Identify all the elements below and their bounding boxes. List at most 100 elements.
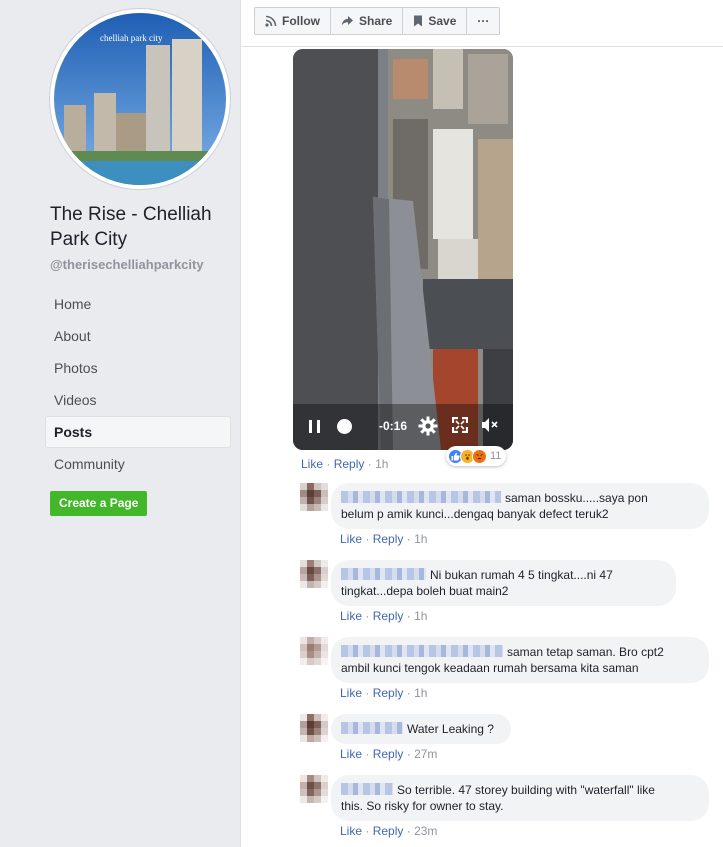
comment-reply-link[interactable]: Reply <box>373 747 404 761</box>
profile-image: chelliah park city <box>54 13 226 185</box>
comment-actions: Like · Reply · 1h <box>340 609 427 623</box>
comment-text: So terrible. 47 storey building with "wa… <box>397 783 655 797</box>
blurred-author-name[interactable] <box>341 722 403 734</box>
separator: · <box>406 609 411 623</box>
action-button-group: Follow Share Save ··· <box>254 7 501 35</box>
share-arrow-icon <box>341 16 353 26</box>
comment-bubble: saman tetap saman. Bro cpt2 ambil kunci … <box>331 637 709 683</box>
comment-actions: Like · Reply · 1h <box>340 686 427 700</box>
pause-icon[interactable] <box>309 420 321 433</box>
separator: · <box>406 686 411 700</box>
comment-timestamp[interactable]: 1h <box>414 609 427 623</box>
comment-text: tingkat...depa boleh buat main2 <box>341 584 509 598</box>
comment-bubble: Ni bukan rumah 4 5 tingkat....ni 47 ting… <box>331 560 676 606</box>
comment-like-link[interactable]: Like <box>340 824 362 838</box>
save-label: Save <box>428 14 457 28</box>
follow-button[interactable]: Follow <box>255 8 331 34</box>
blurred-author-name[interactable] <box>341 491 501 503</box>
video-time: -0:16 <box>379 419 408 433</box>
comment: saman tetap saman. Bro cpt2 ambil kunci … <box>300 637 710 707</box>
follow-label: Follow <box>282 14 320 28</box>
avatar[interactable] <box>300 483 328 511</box>
separator: · <box>365 747 370 761</box>
comment-timestamp[interactable]: 27m <box>414 747 437 761</box>
page-title[interactable]: The Rise - Chelliah Park City <box>50 202 235 252</box>
page-action-bar: Follow Share Save ··· <box>241 0 723 47</box>
angry-reaction-icon <box>472 448 487 464</box>
avatar[interactable] <box>300 560 328 588</box>
nav-item-home[interactable]: Home <box>45 288 231 320</box>
comment-reply-link[interactable]: Reply <box>373 609 404 623</box>
comment-text: saman bossku.....saya pon <box>505 491 648 505</box>
blurred-author-name[interactable] <box>341 645 503 657</box>
comment-like-link[interactable]: Like <box>340 686 362 700</box>
progress-handle[interactable] <box>337 419 352 434</box>
comment-actions: Like · Reply · 1h <box>340 532 427 546</box>
comment-timestamp[interactable]: 1h <box>414 532 427 546</box>
avatar[interactable] <box>300 714 328 742</box>
comment-bubble: saman bossku.....saya pon belum p amik k… <box>331 483 709 529</box>
mute-icon[interactable] <box>481 417 499 433</box>
share-button[interactable]: Share <box>331 8 404 34</box>
comment-actions: Like · Reply · 27m <box>340 747 437 761</box>
profile-picture[interactable]: chelliah park city <box>50 9 230 189</box>
nav-item-about[interactable]: About <box>45 320 231 352</box>
comment-like-link[interactable]: Like <box>340 747 362 761</box>
comment-text: Ni bukan rumah 4 5 tingkat....ni 47 <box>430 568 613 582</box>
create-page-button[interactable]: Create a Page <box>50 491 148 516</box>
comment-text: belum p amik kunci...dengaq banyak defec… <box>341 507 609 521</box>
comment-text: this. So risky for owner to stay. <box>341 799 504 813</box>
page-nav: Home About Photos Videos Posts Community <box>45 288 231 480</box>
comment-bubble: So terrible. 47 storey building with "wa… <box>331 775 709 821</box>
video-player[interactable]: -0:16 <box>293 49 513 450</box>
page-handle[interactable]: @therisechelliahparkcity <box>50 257 204 272</box>
bookmark-icon <box>414 15 423 27</box>
page-sidebar: chelliah park city The Rise - Chelliah P… <box>0 0 241 847</box>
comment-text: Water Leaking ? <box>407 722 494 736</box>
comment-timestamp[interactable]: 1h <box>414 686 427 700</box>
blurred-author-name[interactable] <box>341 568 426 580</box>
settings-gear-icon[interactable] <box>418 416 438 436</box>
nav-item-photos[interactable]: Photos <box>45 352 231 384</box>
comment: So terrible. 47 storey building with "wa… <box>300 775 710 845</box>
comment-timestamp[interactable]: 23m <box>414 824 437 838</box>
reaction-summary[interactable]: 11 <box>446 446 507 466</box>
separator: · <box>365 686 370 700</box>
save-button[interactable]: Save <box>403 8 468 34</box>
comment-like-link[interactable]: Like <box>340 609 362 623</box>
post-timestamp[interactable]: 1h <box>375 457 388 471</box>
blurred-author-name[interactable] <box>341 783 393 795</box>
share-label: Share <box>359 14 393 28</box>
rss-icon <box>265 15 277 27</box>
separator: · <box>365 824 370 838</box>
post-reply-link[interactable]: Reply <box>334 457 365 471</box>
nav-item-posts[interactable]: Posts <box>45 416 231 448</box>
comment-reply-link[interactable]: Reply <box>373 686 404 700</box>
fullscreen-icon[interactable] <box>452 417 468 433</box>
separator: · <box>406 747 411 761</box>
profile-caption: chelliah park city <box>100 33 163 43</box>
video-frame <box>293 49 513 450</box>
avatar[interactable] <box>300 637 328 665</box>
more-icon: ··· <box>477 14 490 28</box>
separator: · <box>365 609 370 623</box>
comment-actions: Like · Reply · 23m <box>340 824 437 838</box>
post-like-link[interactable]: Like <box>301 457 323 471</box>
comment-bubble: Water Leaking ? <box>331 714 511 744</box>
reaction-count: 11 <box>490 450 502 462</box>
nav-item-videos[interactable]: Videos <box>45 384 231 416</box>
comment: Ni bukan rumah 4 5 tingkat....ni 47 ting… <box>300 560 710 630</box>
separator: · <box>406 532 411 546</box>
comment-text: ambil kunci tengok keadaan rumah bersama… <box>341 661 639 675</box>
separator: · <box>326 457 331 471</box>
separator: · <box>367 457 372 471</box>
comment-like-link[interactable]: Like <box>340 532 362 546</box>
avatar[interactable] <box>300 775 328 803</box>
separator: · <box>406 824 411 838</box>
comment-reply-link[interactable]: Reply <box>373 532 404 546</box>
more-button[interactable]: ··· <box>467 8 499 34</box>
comment-reply-link[interactable]: Reply <box>373 824 404 838</box>
video-controls: -0:16 <box>293 402 513 450</box>
post-actions: Like · Reply · 1h <box>301 457 388 471</box>
nav-item-community[interactable]: Community <box>45 448 231 480</box>
